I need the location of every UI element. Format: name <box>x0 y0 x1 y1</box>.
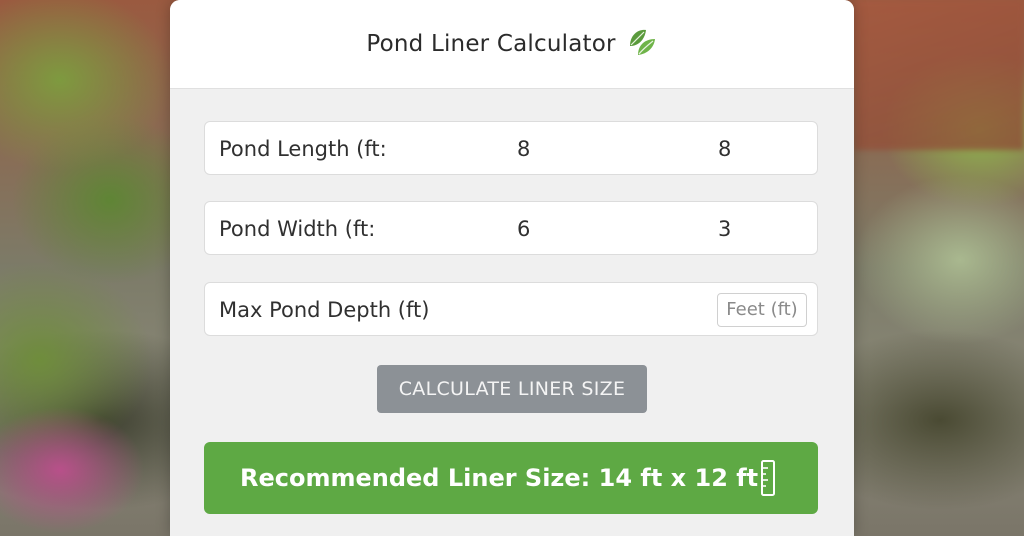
ruler-icon <box>761 460 775 496</box>
calculate-button[interactable]: CALCULATE LINER SIZE <box>377 365 647 413</box>
leaf-icon <box>629 29 655 55</box>
result-text: Recommended Liner Size: 14 ft x 12 ft <box>240 464 759 492</box>
card-header: Pond Liner Calculator <box>170 0 854 89</box>
max-depth-label: Max Pond Depth (ft) <box>219 298 430 322</box>
pond-width-value-1[interactable]: 6 <box>517 202 530 256</box>
result-banner: Recommended Liner Size: 14 ft x 12 ft <box>204 442 818 514</box>
depth-unit-input[interactable]: Feet (ft) <box>717 293 807 327</box>
pond-width-row[interactable]: Pond Width (ft: 6 3 <box>204 201 818 255</box>
pond-length-value-1[interactable]: 8 <box>517 122 530 176</box>
pond-length-value-2[interactable]: 8 <box>718 122 731 176</box>
page-title: Pond Liner Calculator <box>366 31 616 57</box>
pond-length-label: Pond Length (ft: <box>219 137 387 161</box>
pond-width-value-2[interactable]: 3 <box>718 202 731 256</box>
brick-wall <box>854 0 1024 150</box>
calculator-card: Pond Liner Calculator Pond Length (ft: 8… <box>170 0 854 536</box>
max-depth-row[interactable]: Max Pond Depth (ft) Feet (ft) <box>204 282 818 336</box>
pond-width-label: Pond Width (ft: <box>219 217 376 241</box>
pond-length-row[interactable]: Pond Length (ft: 8 8 <box>204 121 818 175</box>
